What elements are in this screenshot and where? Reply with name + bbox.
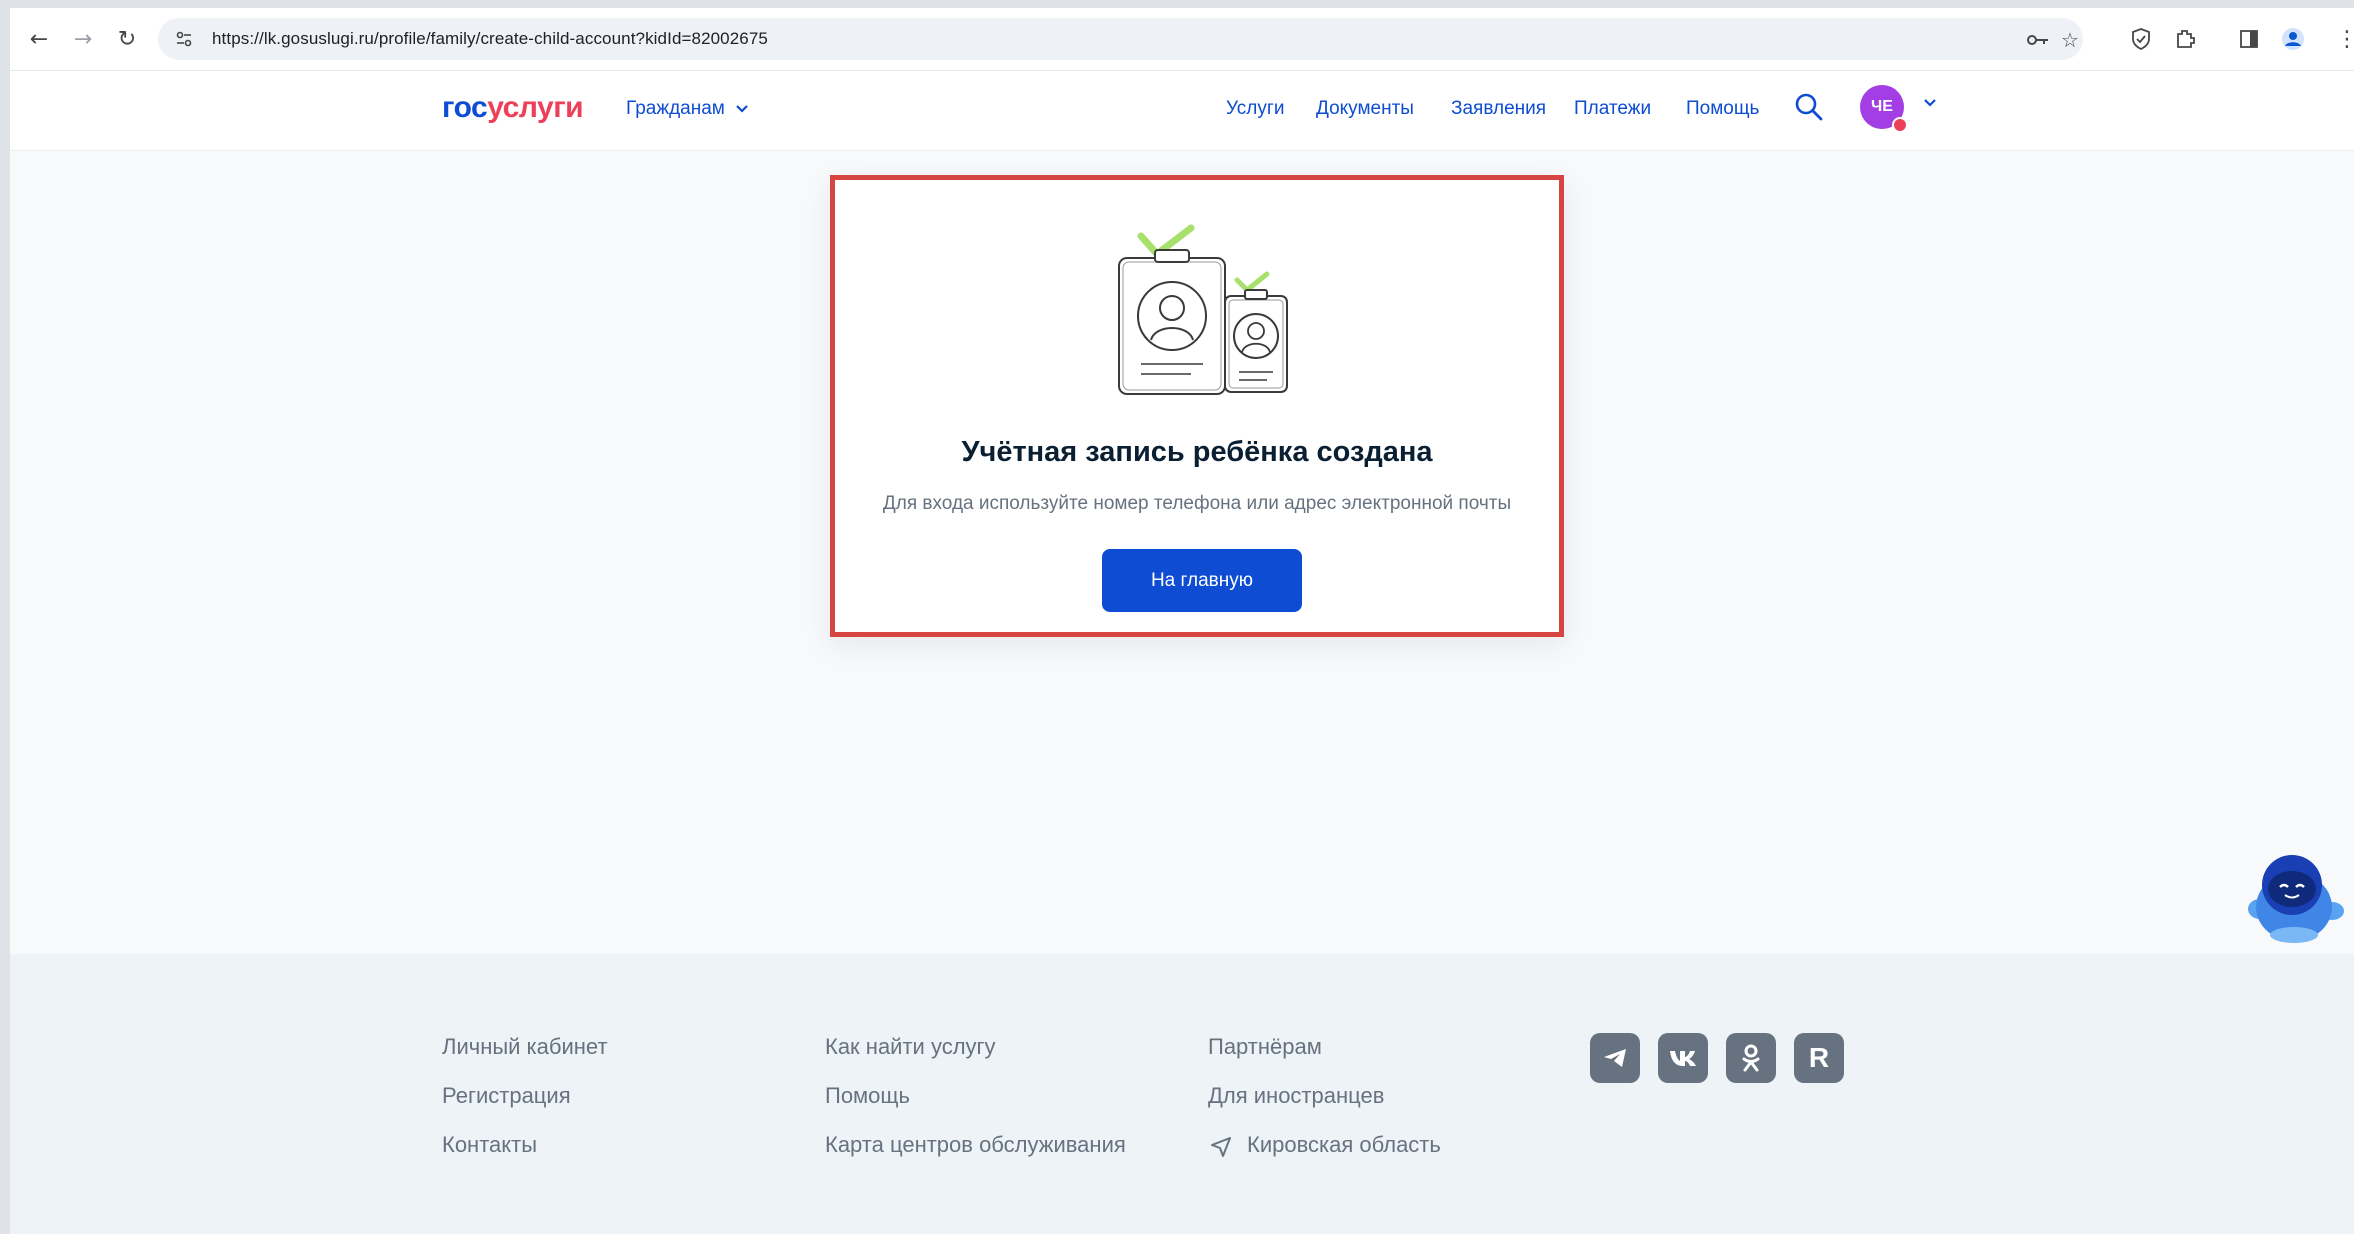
browser-toolbar: ← → ↻ https://lk.gosuslugi.ru/profile/fa… (10, 8, 2354, 71)
back-arrow-icon[interactable]: ← (22, 22, 56, 56)
vk-icon[interactable] (1658, 1033, 1708, 1083)
card-subtitle: Для входа используйте номер телефона или… (882, 493, 1512, 514)
nav-help[interactable]: Помощь (1686, 98, 1759, 120)
main-content: Учётная запись ребёнка создана Для входа… (10, 151, 2354, 954)
notification-dot (1892, 117, 1908, 133)
profile-icon[interactable] (2276, 22, 2310, 56)
gosuslugi-logo[interactable]: госуслуги (442, 91, 584, 125)
key-icon[interactable] (2024, 26, 2052, 54)
citizens-menu[interactable]: Гражданам (626, 98, 749, 120)
footer-region-selector[interactable]: Кировская область (1247, 1132, 1441, 1158)
card-title: Учётная запись ребёнка создана (961, 436, 1433, 468)
site-footer: Личный кабинет Регистрация Контакты Как … (10, 954, 2354, 1234)
forward-arrow-icon[interactable]: → (66, 22, 100, 56)
footer-link-registration[interactable]: Регистрация (442, 1083, 571, 1109)
telegram-icon[interactable] (1590, 1033, 1640, 1083)
rutube-icon[interactable]: R (1794, 1033, 1844, 1083)
robot-assistant-icon[interactable] (2242, 845, 2344, 945)
citizens-label: Гражданам (626, 98, 725, 119)
nav-payments[interactable]: Платежи (1574, 98, 1651, 120)
nav-documents[interactable]: Документы (1316, 98, 1414, 120)
shield-icon[interactable] (2124, 22, 2158, 56)
site-header: госуслуги Гражданам Услуги Документы Зая… (10, 71, 2354, 151)
go-home-button[interactable]: На главную (1102, 549, 1302, 612)
success-card: Учётная запись ребёнка создана Для входа… (830, 175, 1564, 637)
nav-services[interactable]: Услуги (1226, 98, 1284, 120)
footer-link-find-service[interactable]: Как найти услугу (825, 1034, 996, 1060)
reload-icon[interactable]: ↻ (110, 22, 144, 56)
address-bar[interactable]: https://lk.gosuslugi.ru/profile/family/c… (158, 18, 2083, 60)
footer-link-personal-account[interactable]: Личный кабинет (442, 1034, 608, 1060)
star-icon[interactable]: ☆ (2056, 26, 2084, 54)
id-cards-illustration (1118, 224, 1288, 395)
menu-icon[interactable]: ⋮ (2330, 22, 2354, 56)
site-info-icon[interactable] (172, 27, 196, 51)
sidepanel-icon[interactable] (2232, 22, 2266, 56)
extensions-icon[interactable] (2168, 22, 2202, 56)
chevron-down-icon (736, 105, 748, 113)
footer-link-service-centers-map[interactable]: Карта центров обслуживания (825, 1132, 1126, 1158)
footer-link-help[interactable]: Помощь (825, 1083, 910, 1109)
nav-applications[interactable]: Заявления (1451, 98, 1546, 120)
odnoklassniki-icon[interactable] (1726, 1033, 1776, 1083)
footer-link-foreigners[interactable]: Для иностранцев (1208, 1083, 1384, 1109)
location-arrow-icon (1211, 1137, 1231, 1157)
chevron-down-icon[interactable] (1922, 97, 1938, 109)
search-icon[interactable] (1792, 90, 1826, 124)
footer-link-partners[interactable]: Партнёрам (1208, 1034, 1322, 1060)
url-text[interactable]: https://lk.gosuslugi.ru/profile/family/c… (212, 29, 768, 49)
footer-link-contacts[interactable]: Контакты (442, 1132, 537, 1158)
